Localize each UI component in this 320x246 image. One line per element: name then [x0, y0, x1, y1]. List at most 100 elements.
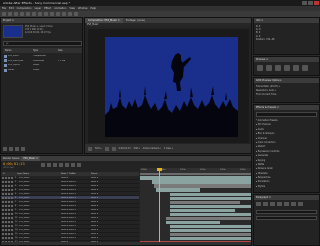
menu-edit[interactable]: Edit	[9, 7, 14, 10]
eraser-tool-icon[interactable]	[68, 12, 72, 16]
lock-icon[interactable]	[11, 216, 13, 219]
lock-icon[interactable]	[11, 229, 13, 232]
layer-name[interactable]: PS3_Music	[19, 185, 61, 187]
text-tool-icon[interactable]	[50, 12, 54, 16]
solo-icon[interactable]	[8, 184, 10, 187]
hide-shy-icon[interactable]	[59, 163, 63, 167]
menu-window[interactable]: Window	[78, 7, 87, 10]
lock-icon[interactable]	[11, 212, 13, 215]
layer-mode[interactable]: Norm ▾ None ▾	[61, 229, 91, 231]
layer-mode[interactable]: Norm ▾ None ▾	[61, 237, 91, 239]
layer-name[interactable]: PS3_Music	[19, 221, 61, 223]
eye-icon[interactable]	[2, 188, 4, 191]
eye-icon[interactable]	[2, 176, 4, 179]
solo-icon[interactable]	[8, 208, 10, 211]
layer-parent[interactable]: None ▾	[91, 229, 139, 231]
camera-select[interactable]: Active Camera ▾	[143, 147, 161, 150]
eye-icon[interactable]	[2, 208, 4, 211]
layer-parent[interactable]: None ▾	[91, 213, 139, 215]
layer-mode[interactable]: Norm ▾ None ▾	[61, 193, 91, 195]
layer-mode[interactable]: Norm ▾ None ▾	[61, 225, 91, 227]
selection-tool-icon[interactable]	[2, 12, 6, 16]
solo-icon[interactable]	[8, 192, 10, 195]
audio-icon[interactable]	[5, 208, 7, 211]
eye-icon[interactable]	[2, 200, 4, 203]
menu-composition[interactable]: Composition	[17, 7, 32, 10]
align-center-icon[interactable]	[263, 202, 268, 206]
play-icon[interactable]	[275, 65, 281, 71]
solo-icon[interactable]	[8, 212, 10, 215]
layer-switches[interactable]	[1, 188, 15, 191]
layer-bar[interactable]	[170, 224, 251, 229]
rotate-tool-icon[interactable]	[20, 12, 24, 16]
layer-parent[interactable]: None ▾	[91, 189, 139, 191]
justify-right-icon[interactable]	[291, 202, 296, 206]
solo-icon[interactable]	[8, 216, 10, 219]
effects-tab[interactable]: Effects & Presets ×	[254, 105, 319, 110]
solo-icon[interactable]	[8, 204, 10, 207]
col-type[interactable]: Type	[33, 48, 58, 53]
solo-icon[interactable]	[8, 221, 10, 224]
layer-bar[interactable]	[170, 200, 240, 204]
justify-all-icon[interactable]	[298, 202, 303, 206]
layer-parent[interactable]: None ▾	[91, 217, 139, 219]
work-area-bar[interactable]	[140, 173, 251, 175]
layer-name[interactable]: PS3_Music	[19, 181, 61, 183]
layer-name[interactable]: PS3_Music	[19, 201, 61, 203]
timeline-zoom-bar[interactable]	[1, 242, 251, 245]
solo-icon[interactable]	[8, 200, 10, 203]
layer-parent[interactable]: None ▾	[91, 197, 139, 199]
graph-editor-icon[interactable]	[77, 163, 81, 167]
eye-icon[interactable]	[2, 180, 4, 183]
solo-icon[interactable]	[8, 229, 10, 232]
layer-bar[interactable]	[154, 184, 251, 188]
layer-mode[interactable]: Norm ▾ None ▾	[61, 213, 91, 215]
lock-icon[interactable]	[11, 192, 13, 195]
lock-icon[interactable]	[11, 237, 13, 240]
layer-bar[interactable]	[170, 208, 235, 213]
audio-icon[interactable]	[5, 229, 7, 232]
solo-icon[interactable]	[8, 225, 10, 228]
col-name[interactable]: Name	[3, 48, 33, 53]
solo-icon[interactable]	[8, 196, 10, 199]
layer-bar[interactable]	[166, 220, 220, 225]
clone-tool-icon[interactable]	[62, 12, 66, 16]
layer-bar[interactable]	[170, 212, 251, 217]
next-frame-icon[interactable]	[284, 65, 290, 71]
zoom-tool-icon[interactable]	[14, 12, 18, 16]
audio-icon[interactable]	[5, 216, 7, 219]
zoom-select[interactable]: 50% ▾	[95, 147, 102, 150]
menu-file[interactable]: File	[2, 7, 6, 10]
menu-animation[interactable]: Animation	[54, 7, 66, 10]
layer-bar[interactable]	[170, 233, 251, 237]
project-tab[interactable]: Project ×	[1, 18, 82, 23]
layer-switches[interactable]	[1, 233, 15, 236]
layer-mode[interactable]: Norm ▾ None ▾	[61, 201, 91, 203]
layer-parent[interactable]: None ▾	[91, 193, 139, 195]
layer-mode[interactable]: Norm ▾	[61, 177, 91, 179]
hand-tool-icon[interactable]	[8, 12, 12, 16]
layer-switches[interactable]	[1, 237, 15, 240]
brush-tool-icon[interactable]	[56, 12, 60, 16]
layer-bar[interactable]	[166, 216, 251, 221]
layer-mode[interactable]: Norm ▾ None ▾	[61, 181, 91, 183]
new-folder-icon[interactable]	[9, 147, 13, 151]
solo-icon[interactable]	[8, 176, 10, 179]
timeline-timecode[interactable]: 0;00;01;13	[3, 162, 25, 166]
layer-parent[interactable]: None ▾	[91, 221, 139, 223]
justify-left-icon[interactable]	[277, 202, 282, 206]
layer-name[interactable]: PS3_Music	[19, 197, 61, 199]
col-size[interactable]: Size	[58, 48, 82, 53]
eye-icon[interactable]	[2, 196, 4, 199]
lock-icon[interactable]	[11, 225, 13, 228]
audio-icon[interactable]	[5, 225, 7, 228]
ram-preview-icon[interactable]	[302, 65, 308, 71]
menu-layer[interactable]: Layer	[35, 7, 42, 10]
eye-icon[interactable]	[2, 216, 4, 219]
audio-icon[interactable]	[5, 212, 7, 215]
audio-icon[interactable]	[5, 204, 7, 207]
lock-icon[interactable]	[11, 180, 13, 183]
eye-icon[interactable]	[2, 184, 4, 187]
layer-name[interactable]: PS3_Music	[19, 193, 61, 195]
layer-mode[interactable]: Norm ▾ None ▾	[61, 189, 91, 191]
